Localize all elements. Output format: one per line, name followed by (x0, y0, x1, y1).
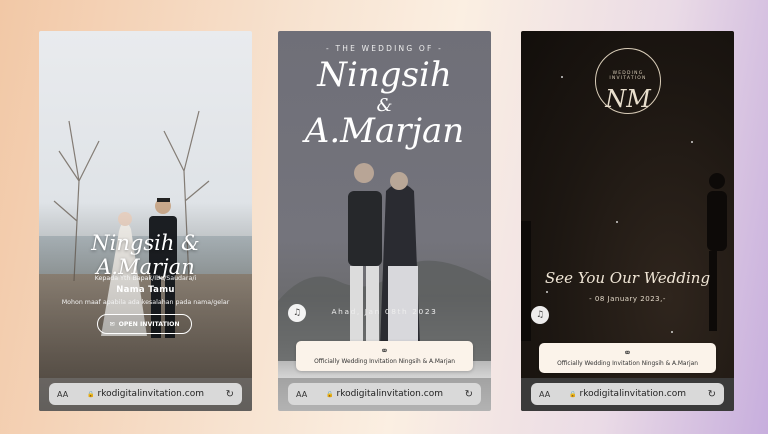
browser-bar: AA 🔒 rkodigitalinvitation.com ↻ (39, 378, 252, 411)
phone-screen-see-you: WEDDING INVITATION NM See You Our Weddin… (521, 31, 734, 411)
url-text: rkodigitalinvitation.com (579, 389, 686, 399)
lock-icon: 🔒 (326, 390, 334, 398)
reload-icon[interactable]: ↻ (708, 389, 716, 400)
phone-screen-cover: Ningsih & A.Marjan Kepada Yth Bapak/Ibu/… (39, 31, 252, 411)
invitation-card-text: Officially Wedding Invitation Ningsih & … (557, 361, 698, 367)
music-note-icon: ♫ (535, 310, 545, 320)
text-size-button[interactable]: AA (539, 390, 550, 399)
dark-gradient-overlay (39, 31, 252, 411)
invitation-card: ⚭ Officially Wedding Invitation Ningsih … (296, 341, 473, 371)
url-field[interactable]: AA 🔒 rkodigitalinvitation.com ↻ (531, 383, 724, 405)
event-date: - 08 January 2023,- (589, 295, 666, 303)
apology-text: Mohon maaf apabila ada kesalahan pada na… (61, 299, 230, 306)
invitation-card: ⚭ Officially Wedding Invitation Ningsih … (539, 343, 716, 373)
lock-icon: 🔒 (87, 390, 95, 398)
invitation-card-text: Officially Wedding Invitation Ningsih & … (314, 359, 455, 365)
couple-names: Ningsih & A.Marjan (91, 231, 200, 279)
phone-screen-wedding-of: - THE WEDDING OF - Ningsih & A.Marjan ♫ … (278, 31, 491, 411)
guest-name: Nama Tamu (116, 285, 175, 295)
text-size-button[interactable]: AA (57, 390, 68, 399)
envelope-icon: ✉ (109, 320, 115, 328)
url-text: rkodigitalinvitation.com (336, 389, 443, 399)
monogram-logo: WEDDING INVITATION NM (595, 48, 661, 114)
text-size-button[interactable]: AA (296, 390, 307, 399)
music-toggle-button[interactable]: ♫ (531, 306, 549, 324)
rings-icon: ⚭ (380, 346, 389, 357)
addressee-label: Kepada Yth Bapak/Ibu/Saudara/i (94, 275, 197, 282)
browser-bar: AA 🔒 rkodigitalinvitation.com ↻ (521, 378, 734, 411)
reload-icon[interactable]: ↻ (226, 389, 234, 400)
logo-arc-text: WEDDING INVITATION (609, 71, 647, 81)
lock-icon: 🔒 (569, 390, 577, 398)
see-you-heading: See You Our Wedding (544, 269, 711, 287)
event-date: Ahad, Jan 08th 2023 (331, 307, 438, 316)
url-text: rkodigitalinvitation.com (97, 389, 204, 399)
browser-bar: AA 🔒 rkodigitalinvitation.com ↻ (278, 378, 491, 411)
wedding-of-label: - THE WEDDING OF - (325, 44, 444, 53)
url-field[interactable]: AA 🔒 rkodigitalinvitation.com ↻ (288, 383, 481, 405)
groom-name: A.Marjan (304, 111, 465, 151)
monogram-initials: NM (605, 85, 651, 113)
open-invitation-button[interactable]: ✉ OPEN INVITATION (97, 314, 192, 334)
open-invitation-label: OPEN INVITATION (118, 320, 180, 328)
rings-icon: ⚭ (623, 348, 632, 359)
reload-icon[interactable]: ↻ (465, 389, 473, 400)
bride-name: Ningsih (317, 55, 452, 95)
url-field[interactable]: AA 🔒 rkodigitalinvitation.com ↻ (49, 383, 242, 405)
